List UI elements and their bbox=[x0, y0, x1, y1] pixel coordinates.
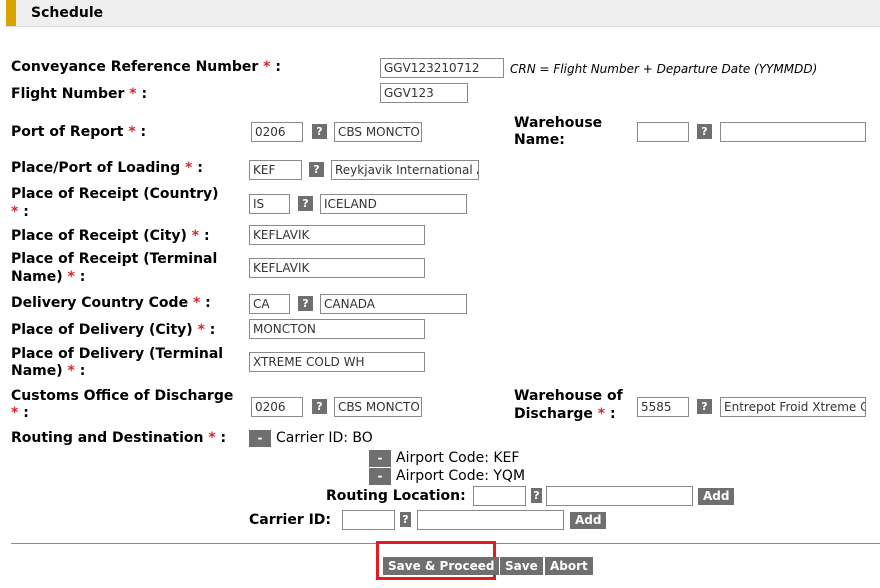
receipt-country-label: Place of Receipt (Country) bbox=[11, 186, 219, 202]
abort-button[interactable]: Abort bbox=[545, 557, 593, 575]
port-of-loading-code-input[interactable]: KEF bbox=[249, 160, 302, 180]
routing-location-help-icon[interactable]: ? bbox=[531, 488, 542, 503]
delivery-city-input[interactable]: MONCTON bbox=[249, 319, 425, 339]
carrier-id-name-input[interactable] bbox=[417, 510, 564, 530]
remove-airport-button[interactable]: - bbox=[369, 468, 391, 485]
customs-office-label: Customs Office of Discharge bbox=[11, 388, 234, 404]
receipt-country-label-line2: * : bbox=[11, 204, 29, 220]
port-of-report-name-input[interactable]: CBS MONCTO bbox=[334, 122, 422, 142]
carrier-id-code-input[interactable] bbox=[342, 510, 395, 530]
customs-office-code-input[interactable]: 0206 bbox=[251, 397, 303, 417]
section-header: Schedule bbox=[6, 0, 880, 27]
routing-location-code-input[interactable] bbox=[473, 486, 526, 506]
warehouse-name-label-line2: Name: bbox=[514, 132, 565, 148]
port-of-loading-help-icon[interactable]: ? bbox=[309, 162, 324, 177]
customs-office-help-icon[interactable]: ? bbox=[312, 399, 327, 414]
warehouse-name-label: Warehouse bbox=[514, 115, 603, 131]
airport-text: Airport Code: KEF bbox=[396, 450, 520, 466]
carrier-text: Carrier ID: BO bbox=[276, 430, 373, 446]
receipt-terminal-label: Place of Receipt (Terminal bbox=[11, 251, 218, 267]
receipt-city-input[interactable]: KEFLAVIK bbox=[249, 225, 425, 245]
delivery-city-label: Place of Delivery (City) * : bbox=[11, 322, 216, 338]
add-carrier-id-button[interactable]: Add bbox=[570, 512, 607, 529]
add-routing-location-button[interactable]: Add bbox=[698, 488, 735, 505]
receipt-country-code-input[interactable]: IS bbox=[249, 194, 290, 214]
remove-airport-button[interactable]: - bbox=[369, 450, 391, 467]
port-of-report-code-input[interactable]: 0206 bbox=[251, 122, 303, 142]
warehouse-discharge-label: Warehouse of bbox=[514, 388, 623, 404]
delivery-country-name-input[interactable]: CANADA bbox=[320, 294, 467, 314]
port-of-loading-label: Place/Port of Loading * : bbox=[11, 160, 203, 176]
crn-note: CRN = Flight Number + Departure Date (YY… bbox=[510, 62, 818, 76]
delivery-terminal-input[interactable]: XTREME COLD WH bbox=[249, 352, 425, 372]
flight-number-input[interactable]: GGV123 bbox=[380, 83, 468, 103]
routing-location-label: Routing Location: bbox=[326, 488, 466, 504]
warehouse-name-name-input[interactable] bbox=[720, 122, 866, 142]
delivery-country-help-icon[interactable]: ? bbox=[298, 296, 313, 311]
delivery-terminal-label-line2: Name) * : bbox=[11, 363, 86, 379]
crn-label: Conveyance Reference Number * : bbox=[11, 59, 281, 75]
routing-label: Routing and Destination * : bbox=[11, 430, 227, 446]
receipt-terminal-input[interactable]: KEFLAVIK bbox=[249, 258, 425, 278]
delivery-country-code-input[interactable]: CA bbox=[249, 294, 290, 314]
carrier-id-help-icon[interactable]: ? bbox=[400, 512, 411, 527]
customs-office-name-input[interactable]: CBS MONCTO bbox=[334, 397, 422, 417]
port-of-report-help-icon[interactable]: ? bbox=[312, 124, 327, 139]
warehouse-discharge-code-input[interactable]: 5585 bbox=[637, 397, 689, 417]
port-of-report-label: Port of Report * : bbox=[11, 124, 147, 140]
warehouse-discharge-name-input[interactable]: Entrepot Froid Xtreme C bbox=[720, 397, 866, 417]
receipt-country-help-icon[interactable]: ? bbox=[298, 196, 313, 211]
crn-input[interactable]: GGV123210712 bbox=[380, 58, 504, 78]
remove-carrier-button[interactable]: - bbox=[249, 430, 271, 447]
warehouse-name-code-input[interactable] bbox=[637, 122, 689, 142]
receipt-country-name-input[interactable]: ICELAND bbox=[320, 194, 467, 214]
routing-location-name-input[interactable] bbox=[546, 486, 693, 506]
delivery-terminal-label: Place of Delivery (Terminal bbox=[11, 346, 224, 362]
save-button[interactable]: Save bbox=[500, 557, 543, 575]
warehouse-discharge-label-line2: Discharge * : bbox=[514, 406, 616, 422]
save-and-proceed-button[interactable]: Save & Proceed bbox=[383, 557, 500, 575]
receipt-city-label: Place of Receipt (City) * : bbox=[11, 228, 210, 244]
section-accent-bar bbox=[6, 0, 16, 26]
customs-office-label-line2: * : bbox=[11, 405, 29, 421]
receipt-terminal-label-line2: Name) * : bbox=[11, 269, 86, 285]
port-of-loading-name-input[interactable]: Reykjavik International A bbox=[331, 160, 479, 180]
flight-number-label: Flight Number * : bbox=[11, 86, 148, 102]
delivery-country-label: Delivery Country Code * : bbox=[11, 295, 211, 311]
section-title: Schedule bbox=[31, 5, 104, 21]
warehouse-discharge-help-icon[interactable]: ? bbox=[697, 399, 712, 414]
airport-text: Airport Code: YQM bbox=[396, 468, 526, 484]
carrier-id-label: Carrier ID: bbox=[249, 512, 332, 528]
warehouse-name-help-icon[interactable]: ? bbox=[697, 124, 712, 139]
